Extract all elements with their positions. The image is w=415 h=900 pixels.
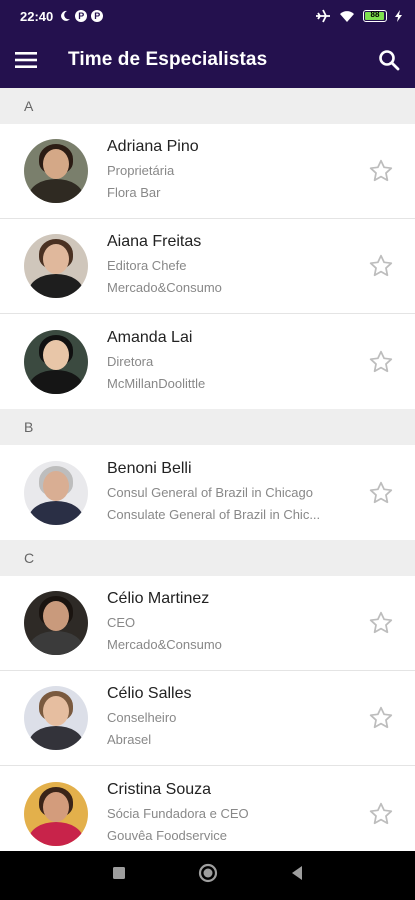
star-outline-icon bbox=[369, 254, 393, 277]
favorite-button[interactable] bbox=[353, 705, 409, 731]
list-item[interactable]: Célio Martinez CEO Mercado&Consumo bbox=[0, 576, 415, 671]
person-role: Proprietária bbox=[107, 163, 175, 178]
avatar bbox=[24, 686, 88, 750]
star-outline-icon bbox=[369, 159, 393, 182]
wifi-icon bbox=[340, 10, 354, 22]
star-outline-icon bbox=[369, 611, 393, 634]
favorite-button[interactable] bbox=[353, 610, 409, 636]
app-bar: Time de Especialistas bbox=[0, 32, 415, 88]
star-outline-icon bbox=[369, 706, 393, 729]
section-header: C bbox=[0, 540, 415, 576]
back-triangle-icon bbox=[291, 866, 302, 880]
avatar bbox=[24, 234, 88, 298]
person-role: Conselheiro bbox=[107, 710, 177, 725]
section-header: B bbox=[0, 409, 415, 445]
section-header: A bbox=[0, 88, 415, 124]
specialist-list[interactable]: A Adriana Pino Proprietária Flora Bar Ai… bbox=[0, 88, 415, 851]
airplane-icon bbox=[316, 9, 330, 23]
star-outline-icon bbox=[369, 481, 393, 503]
person-role: Sócia Fundadora e CEO bbox=[107, 805, 249, 821]
battery-level: 88 bbox=[370, 10, 380, 19]
star-outline-icon bbox=[369, 802, 393, 824]
star-outline-icon bbox=[369, 350, 393, 372]
person-name: Célio Martinez bbox=[107, 590, 210, 607]
search-button[interactable] bbox=[363, 32, 415, 88]
status-time: 22:40 bbox=[20, 8, 54, 24]
person-name: Célio Salles bbox=[107, 685, 192, 702]
app-notification-icon: P bbox=[91, 10, 104, 22]
list-item[interactable]: Célio Salles Conselheiro Abrasel bbox=[0, 671, 415, 766]
app-notification-icon: P bbox=[75, 10, 88, 22]
charging-icon bbox=[395, 10, 402, 22]
avatar bbox=[24, 460, 88, 525]
status-notification-icons: P P bbox=[59, 10, 104, 22]
menu-button[interactable] bbox=[0, 32, 52, 88]
battery-icon: 88 bbox=[363, 10, 387, 22]
person-name: Amanda Lai bbox=[107, 328, 193, 346]
list-item[interactable]: Amanda Lai Diretora McMillanDoolittle bbox=[0, 314, 415, 409]
avatar bbox=[24, 329, 88, 394]
avatar bbox=[24, 591, 88, 655]
avatar bbox=[24, 781, 88, 846]
square-icon bbox=[112, 867, 125, 879]
search-icon bbox=[379, 50, 400, 71]
home-button[interactable] bbox=[198, 863, 218, 888]
moon-icon bbox=[61, 10, 71, 21]
person-name: Cristina Souza bbox=[107, 780, 212, 798]
person-role: Diretora bbox=[107, 353, 154, 369]
person-company: Consulate General of Brazil in Chic... bbox=[107, 506, 321, 522]
circle-icon bbox=[198, 863, 217, 883]
favorite-button[interactable] bbox=[353, 158, 409, 184]
person-company: Abrasel bbox=[107, 732, 152, 747]
person-company: Flora Bar bbox=[107, 185, 161, 200]
back-button[interactable] bbox=[290, 865, 304, 886]
list-item[interactable]: Cristina Souza Sócia Fundadora e CEO Gou… bbox=[0, 766, 415, 851]
recent-apps-button[interactable] bbox=[112, 866, 126, 885]
person-company: Mercado&Consumo bbox=[107, 637, 222, 652]
status-bar: 22:40 P P 88 bbox=[0, 0, 415, 32]
person-company: Mercado&Consumo bbox=[107, 280, 222, 295]
person-company: Gouvêa Foodservice bbox=[107, 827, 227, 843]
person-name: Aiana Freitas bbox=[107, 233, 202, 250]
person-role: Consul General of Brazil in Chicago bbox=[107, 484, 313, 500]
favorite-button[interactable] bbox=[353, 801, 409, 827]
person-name: Adriana Pino bbox=[107, 138, 199, 155]
person-company: McMillanDoolittle bbox=[107, 375, 206, 391]
list-item[interactable]: Benoni Belli Consul General of Brazil in… bbox=[0, 445, 415, 540]
favorite-button[interactable] bbox=[353, 349, 409, 375]
list-item[interactable]: Aiana Freitas Editora Chefe Mercado&Cons… bbox=[0, 219, 415, 314]
system-navigation-bar bbox=[0, 851, 415, 900]
favorite-button[interactable] bbox=[353, 480, 409, 506]
person-role: CEO bbox=[107, 615, 136, 630]
list-item[interactable]: Adriana Pino Proprietária Flora Bar bbox=[0, 124, 415, 219]
favorite-button[interactable] bbox=[353, 253, 409, 279]
page-title: Time de Especialistas bbox=[68, 49, 268, 70]
avatar bbox=[24, 139, 88, 203]
person-name: Benoni Belli bbox=[107, 459, 192, 477]
person-role: Editora Chefe bbox=[107, 258, 187, 273]
hamburger-menu-icon bbox=[15, 52, 37, 68]
